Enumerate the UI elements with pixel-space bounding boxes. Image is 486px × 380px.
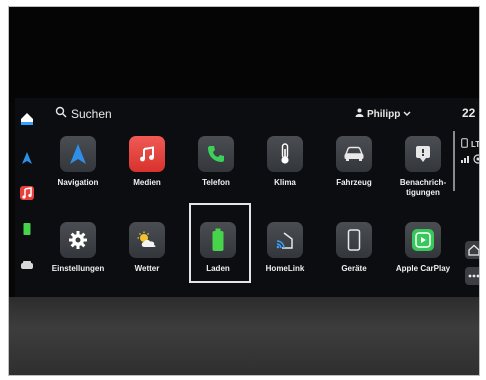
user-icon bbox=[355, 108, 364, 120]
thermometer-icon bbox=[267, 136, 303, 172]
rail-car-icon[interactable] bbox=[20, 258, 34, 272]
notification-icon bbox=[405, 136, 441, 172]
gear-icon bbox=[60, 222, 96, 258]
infotainment-screen: Suchen Philipp 22 °C Navigation Medien bbox=[15, 98, 479, 298]
search-label: Suchen bbox=[71, 106, 112, 121]
app-tile-weather[interactable]: Wetter bbox=[114, 222, 180, 292]
connection-icon bbox=[473, 154, 479, 166]
phone-icon bbox=[198, 136, 234, 172]
app-label: Navigation bbox=[57, 178, 99, 187]
app-tile-carplay[interactable]: Apple CarPlay bbox=[390, 222, 456, 292]
user-profile-selector[interactable]: Philipp bbox=[355, 108, 411, 120]
app-label: Laden bbox=[206, 264, 230, 273]
sun-cloud-icon bbox=[129, 222, 165, 258]
app-label: Wetter bbox=[134, 264, 160, 273]
photo-frame: Suchen Philipp 22 °C Navigation Medien bbox=[8, 6, 480, 376]
app-label: Geräte bbox=[341, 264, 367, 273]
network-type: LTE bbox=[471, 139, 480, 149]
dark-background bbox=[9, 7, 479, 103]
left-rail bbox=[15, 98, 37, 298]
navigation-arrow-icon bbox=[60, 136, 96, 172]
app-label: Apple CarPlay bbox=[395, 264, 451, 273]
app-tile-vehicle[interactable]: Fahrzeug bbox=[321, 136, 387, 206]
app-tile-settings[interactable]: Einstellungen bbox=[45, 222, 111, 292]
music-note-icon bbox=[129, 136, 165, 172]
app-label: Medien bbox=[133, 178, 161, 187]
app-label: Klima bbox=[274, 178, 296, 187]
app-tile-navigation[interactable]: Navigation bbox=[45, 136, 111, 206]
search-bar[interactable]: Suchen bbox=[55, 106, 112, 121]
status-area: LTE bbox=[461, 138, 480, 166]
home-button-icon[interactable] bbox=[465, 241, 479, 259]
bezel-reflection bbox=[9, 297, 479, 375]
car-icon bbox=[336, 136, 372, 172]
search-icon bbox=[55, 106, 67, 121]
signal-icon bbox=[461, 155, 470, 165]
temperature: 22 °C bbox=[462, 106, 479, 120]
device-icon bbox=[336, 222, 372, 258]
app-tile-devices[interactable]: Geräte bbox=[321, 222, 387, 292]
rail-navigation-icon[interactable] bbox=[20, 151, 34, 165]
more-options-icon[interactable] bbox=[465, 267, 479, 285]
user-name: Philipp bbox=[367, 108, 401, 120]
app-tile-charging[interactable]: Laden bbox=[185, 222, 251, 292]
app-label: Einstellungen bbox=[51, 264, 105, 273]
app-tile-climate[interactable]: Klima bbox=[252, 136, 318, 206]
app-label: Telefon bbox=[202, 178, 230, 187]
rail-media-icon[interactable] bbox=[20, 186, 34, 200]
battery-icon bbox=[200, 222, 236, 258]
homelink-icon bbox=[267, 222, 303, 258]
rail-charge-icon[interactable] bbox=[20, 222, 34, 236]
scroll-indicator[interactable] bbox=[453, 131, 455, 191]
app-tile-phone[interactable]: Telefon bbox=[183, 136, 249, 206]
app-label: Fahrzeug bbox=[336, 178, 372, 187]
chevron-down-icon bbox=[403, 109, 411, 120]
app-tile-media[interactable]: Medien bbox=[114, 136, 180, 206]
home-icon[interactable] bbox=[20, 112, 34, 126]
app-label: Benachrich- tigungen bbox=[399, 178, 447, 197]
app-tile-notifications[interactable]: Benachrich- tigungen bbox=[390, 136, 456, 206]
phone-status-icon bbox=[461, 138, 468, 150]
carplay-icon bbox=[405, 222, 441, 258]
app-tile-homelink[interactable]: HomeLink bbox=[252, 222, 318, 292]
app-label: HomeLink bbox=[265, 264, 305, 273]
